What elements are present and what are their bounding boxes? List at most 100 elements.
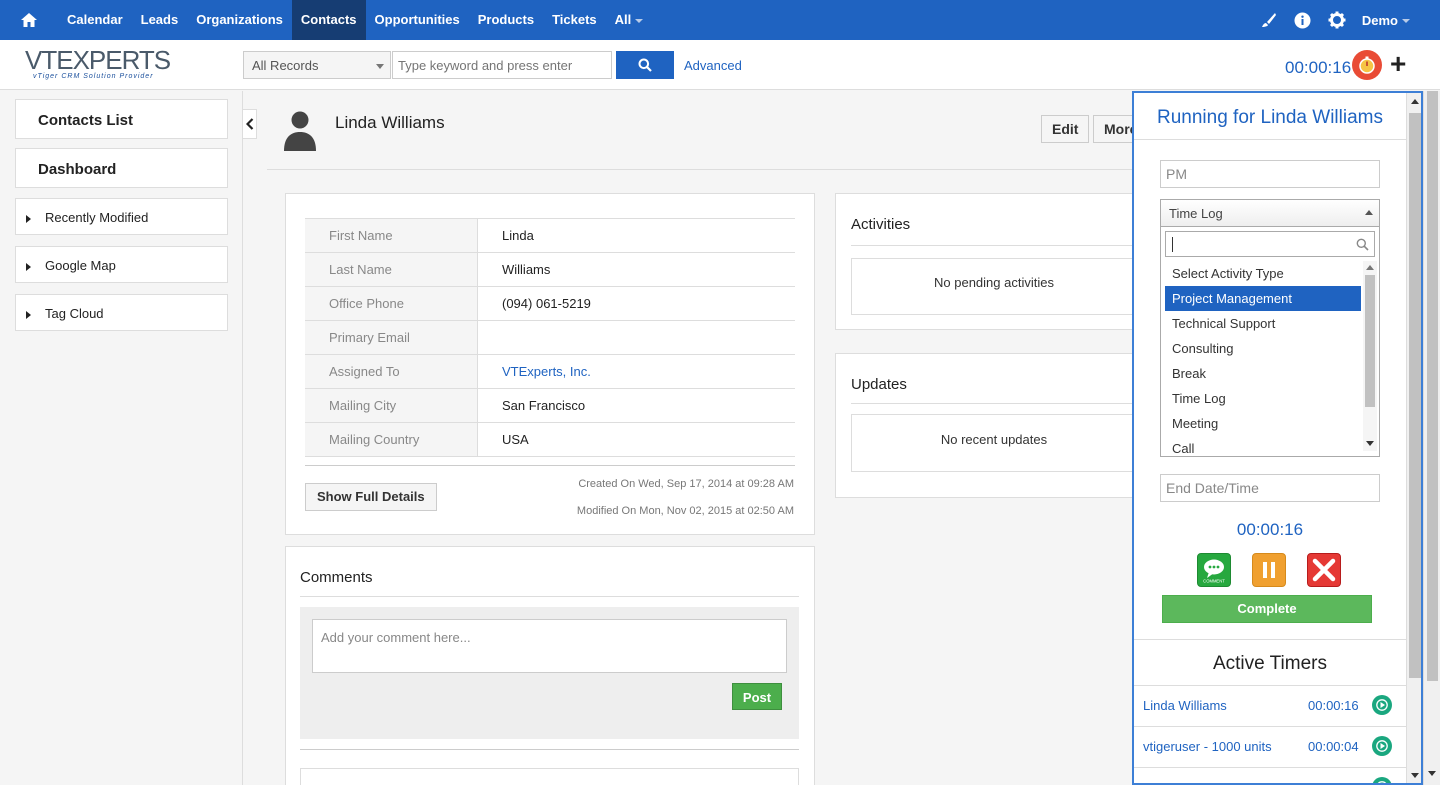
search-scope-value: All Records [252,58,319,73]
nav-calendar[interactable]: Calendar [58,0,132,40]
play-icon[interactable] [1372,736,1392,756]
sidebar-item-dashboard[interactable]: Dashboard [15,148,228,188]
dropdown-scrollbar[interactable] [1363,261,1377,451]
brush-icon[interactable] [1252,0,1286,40]
record-title: Linda Williams [335,113,445,132]
comment-icon[interactable]: COMMENT [1197,553,1231,587]
advanced-search-link[interactable]: Advanced [684,58,742,73]
header-timer[interactable]: 00:00:16 [1285,58,1351,78]
details-table: First Name Linda Last Name Williams Office… [305,218,795,457]
user-menu[interactable]: Demo [1354,13,1440,28]
stopwatch-icon[interactable] [1352,50,1382,80]
comment-textarea[interactable]: Add your comment here... [312,619,787,673]
active-timer-name[interactable]: Linda Williams [1143,698,1227,713]
topnav-right: Demo [1252,0,1440,40]
search-input[interactable] [392,51,612,79]
search-icon [638,58,652,72]
sidebar-item-contacts-list[interactable]: Contacts List [15,99,228,139]
active-timer-name[interactable]: vtigeruser - 1000 units [1143,739,1272,754]
activity-type-select[interactable]: Time Log [1160,199,1380,227]
end-datetime-field[interactable]: End Date/Time [1160,474,1380,502]
pm-field[interactable]: PM [1160,160,1380,188]
timer-panel-title: Running for Linda Williams [1157,107,1383,128]
info-icon[interactable] [1286,0,1320,40]
company-logo[interactable]: VTEXPERTS vTiger CRM Solution Provider [25,47,185,83]
option-call[interactable]: Call [1165,436,1361,454]
play-icon[interactable] [1372,695,1392,715]
search-icon [1356,238,1369,251]
nav-contacts[interactable]: Contacts [291,0,366,40]
nav-organizations[interactable]: Organizations [187,0,292,40]
caret-right-icon [26,262,31,271]
activities-divider [851,245,1133,246]
play-icon[interactable] [1372,777,1392,783]
dropdown-options: Select Activity Type Project Management … [1165,261,1361,454]
updates-divider [851,403,1133,404]
option-time-log[interactable]: Time Log [1165,386,1361,411]
scroll-down-icon [1428,771,1436,776]
caret-right-icon [26,214,31,223]
sidebar-item-tag-cloud[interactable]: Tag Cloud [15,294,228,331]
home-icon[interactable] [0,0,58,40]
nav-opportunities[interactable]: Opportunities [366,0,469,40]
sidebar-item-label: Recently Modified [45,210,149,225]
more-button[interactable]: More [1093,115,1133,143]
timer-panel-scrollbar[interactable] [1406,93,1421,783]
field-label: Primary Email [305,321,478,354]
comments-list-divider [300,749,799,750]
nav-leads[interactable]: Leads [132,0,188,40]
caret-right-icon [26,310,31,319]
show-full-details-button[interactable]: Show Full Details [305,483,437,511]
field-label: Mailing City [305,389,478,422]
timer-actions: COMMENT [1134,553,1406,587]
updates-title: Updates [851,376,907,393]
pause-icon[interactable] [1252,553,1286,587]
collapse-sidebar-button[interactable] [243,109,257,139]
complete-button[interactable]: Complete [1162,595,1372,623]
created-on: Created On Wed, Sep 17, 2014 at 09:28 AM [578,478,794,490]
detail-row-assigned-to: Assigned To VTExperts, Inc. [305,355,795,389]
search-scope-select[interactable]: All Records [243,51,391,79]
sidebar-item-label: Google Map [45,258,116,273]
close-icon[interactable] [1307,553,1341,587]
comment-area: Add your comment here... Post [300,607,799,739]
modified-on: Modified On Mon, Nov 02, 2015 at 02:50 A… [576,505,794,517]
nav-all[interactable]: All [606,0,653,40]
sidebar-item-recently-modified[interactable]: Recently Modified [15,198,228,235]
page-scroll-thumb[interactable] [1427,91,1438,681]
active-timer-row [1134,767,1406,783]
search-button[interactable] [616,51,674,79]
nav-products[interactable]: Products [469,0,543,40]
option-consulting[interactable]: Consulting [1165,336,1361,361]
gear-icon[interactable] [1320,0,1354,40]
active-timers-divider [1134,639,1406,640]
option-break[interactable]: Break [1165,361,1361,386]
comment-icon-label: COMMENT [1203,579,1225,584]
header-divider [267,169,1133,170]
active-timer-row: vtigeruser - 1000 units 00:00:04 [1134,726,1406,766]
timer-panel-scroll-thumb[interactable] [1409,113,1421,678]
dropdown-scroll-thumb[interactable] [1365,275,1375,407]
option-project-management[interactable]: Project Management [1165,286,1361,311]
option-select-activity-type[interactable]: Select Activity Type [1165,261,1361,286]
record-meta: Created On Wed, Sep 17, 2014 at 09:28 AM… [545,478,794,518]
assigned-to-link[interactable]: VTExperts, Inc. [478,355,615,388]
dropdown-search-input[interactable] [1165,231,1375,257]
sidebar-item-label: Tag Cloud [45,306,104,321]
nav-tickets[interactable]: Tickets [543,0,606,40]
sidebar-item-google-map[interactable]: Google Map [15,246,228,283]
details-divider [305,465,795,466]
option-technical-support[interactable]: Technical Support [1165,311,1361,336]
chevron-left-icon [245,118,253,130]
activity-type-value: Time Log [1169,206,1223,221]
post-button[interactable]: Post [732,683,782,710]
timer-panel: Running for Linda Williams PM Time Log S… [1132,91,1423,785]
edit-button[interactable]: Edit [1041,115,1090,143]
plus-icon[interactable]: + [1390,50,1406,78]
detail-row-mailing-country: Mailing Country USA [305,423,795,457]
page-scrollbar[interactable] [1423,91,1440,785]
option-meeting[interactable]: Meeting [1165,411,1361,436]
user-name: Demo [1361,12,1398,28]
field-value: Linda [502,228,534,243]
activity-type-dropdown: Select Activity Type Project Management … [1160,227,1380,457]
